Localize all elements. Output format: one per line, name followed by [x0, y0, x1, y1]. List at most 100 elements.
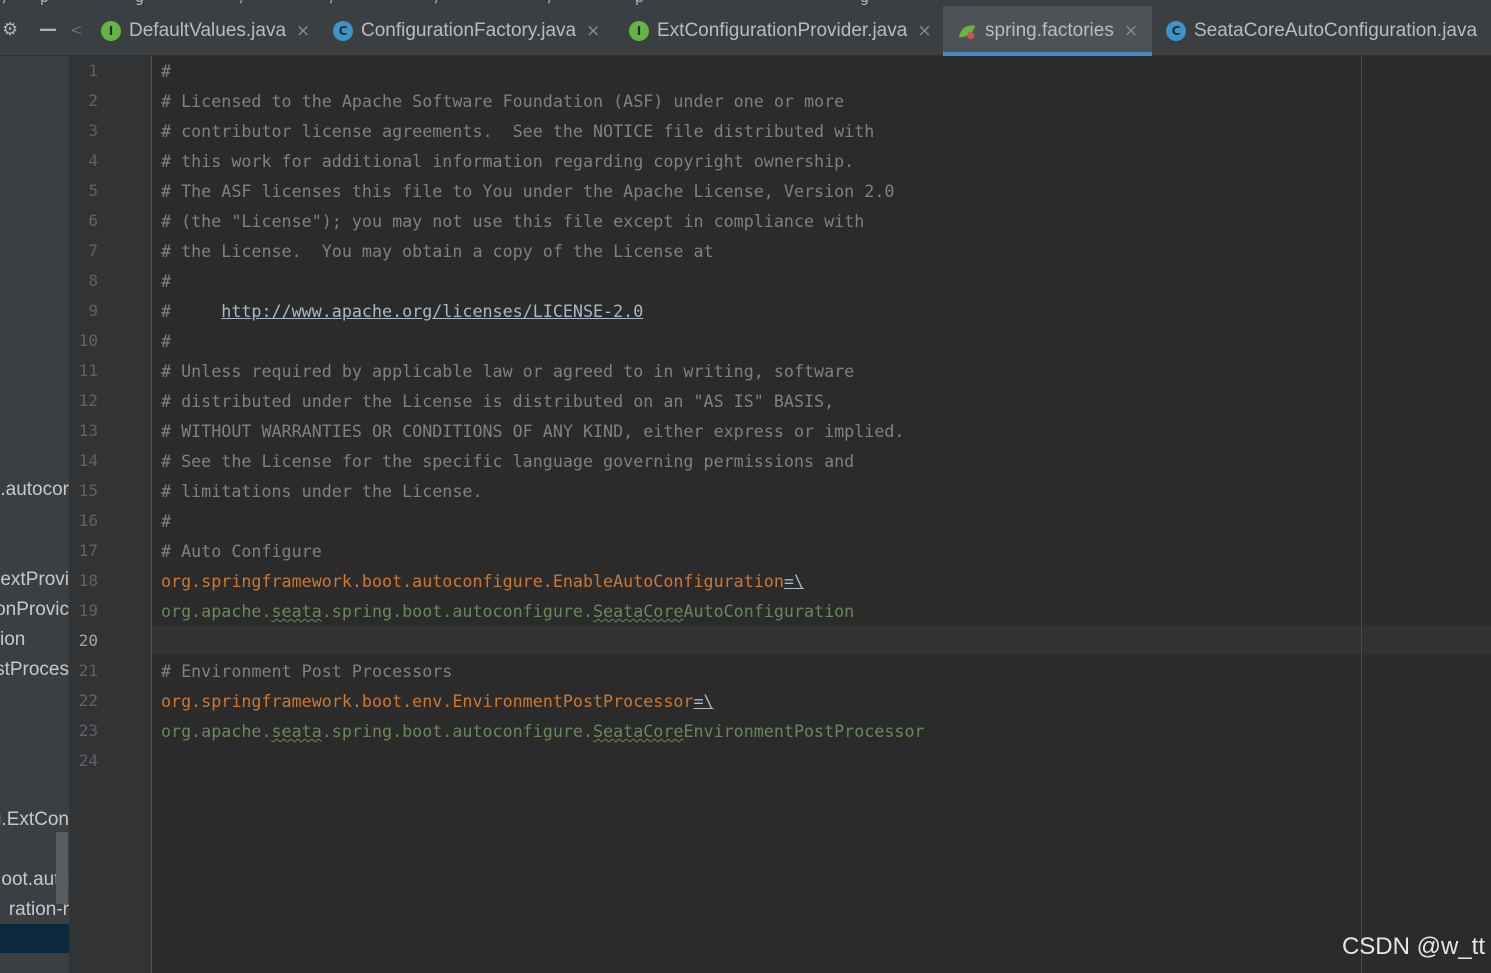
code-line[interactable]: # http://www.apache.org/licenses/LICENSE…	[161, 296, 643, 326]
selected-tree-row[interactable]	[0, 924, 69, 953]
code-line[interactable]: # Unless required by applicable law or a…	[161, 356, 854, 386]
line-number: 6	[88, 211, 98, 230]
code-line[interactable]: # The ASF licenses this file to You unde…	[161, 176, 894, 206]
code-token: #	[161, 301, 222, 321]
code-token: SeataCore	[593, 721, 684, 741]
code-line[interactable]: # See the License for the specific langu…	[161, 446, 854, 476]
tab-defaultvalues[interactable]: I DefaultValues.java ×	[87, 6, 319, 56]
tab-label: ExtConfigurationProvider.java	[657, 20, 908, 41]
line-number: 15	[78, 481, 98, 500]
interface-icon: I	[629, 21, 649, 41]
code-line[interactable]: # contributor license agreements. See th…	[161, 116, 874, 146]
code-token: # Unless required by applicable law or a…	[161, 361, 855, 381]
tree-item[interactable]: .autocor	[0, 479, 69, 501]
code-token: .spring.boot.autoconfigure.	[321, 721, 594, 741]
tab-label: spring.factories	[985, 20, 1114, 41]
code-line[interactable]: #	[161, 326, 171, 356]
tab-seatacoreautoconfiguration[interactable]: C SeataCoreAutoConfiguration.java	[1152, 6, 1491, 56]
code-token: #	[161, 271, 172, 291]
close-icon[interactable]: ×	[1124, 21, 1138, 41]
line-number: 9	[88, 301, 98, 320]
tab-configurationfactory[interactable]: C ConfigurationFactory.java ×	[319, 6, 615, 56]
close-icon[interactable]: ×	[917, 21, 931, 41]
line-number: 24	[78, 751, 98, 770]
class-icon: C	[1166, 21, 1186, 41]
close-icon[interactable]: ×	[586, 21, 600, 41]
code-line[interactable]: #	[161, 56, 171, 86]
tree-item[interactable]: extProvi	[0, 569, 69, 591]
code-line[interactable]: # distributed under the License is distr…	[161, 386, 834, 416]
code-token: seata	[271, 721, 322, 741]
spring-leaf-icon	[957, 21, 977, 41]
code-token: #	[161, 61, 172, 81]
watermark: CSDN @w_tt	[1341, 933, 1485, 960]
line-number: 22	[78, 691, 98, 710]
line-number: 11	[78, 361, 98, 380]
code-token: .spring.boot.autoconfigure.	[321, 601, 594, 621]
line-number: 18	[78, 571, 98, 590]
right-margin-guide	[1361, 56, 1362, 973]
scrollbar-thumb[interactable]	[56, 832, 68, 904]
tab-label: ConfigurationFactory.java	[361, 20, 577, 41]
code-line[interactable]: org.apache.seata.spring.boot.autoconfigu…	[161, 596, 854, 626]
code-line[interactable]: # WITHOUT WARRANTIES OR CONDITIONS OF AN…	[161, 416, 904, 446]
tree-item[interactable]: onProvic	[0, 599, 69, 621]
code-line[interactable]: # the License. You may obtain a copy of …	[161, 236, 714, 266]
code-token: # Licensed to the Apache Software Founda…	[161, 91, 845, 111]
line-number: 20	[78, 631, 98, 650]
gear-icon[interactable]: ⚙	[2, 20, 18, 40]
code-line[interactable]: # (the "License"); you may not use this …	[161, 206, 864, 236]
code-token: # limitations under the License.	[161, 481, 483, 501]
code-token: # the License. You may obtain a copy of …	[161, 241, 714, 261]
code-token: # (the "License"); you may not use this …	[161, 211, 865, 231]
line-number: 17	[78, 541, 98, 560]
license-link[interactable]: http://www.apache.org/licenses/LICENSE-2…	[221, 301, 643, 321]
tab-spring-factories[interactable]: spring.factories ×	[943, 6, 1152, 56]
line-number: 7	[88, 241, 98, 260]
tree-item[interactable]: g.ExtCon	[0, 809, 69, 831]
code-token: =\	[693, 691, 714, 711]
chevron-left-icon[interactable]: <	[70, 20, 83, 40]
tab-label: SeataCoreAutoConfiguration.java	[1194, 20, 1478, 41]
code-line[interactable]: #	[161, 506, 171, 536]
code-line[interactable]: # this work for additional information r…	[161, 146, 854, 176]
project-tool-window: .autocor extProvi onProvic ion stProces …	[0, 56, 69, 973]
code-line[interactable]: org.springframework.boot.autoconfigure.E…	[161, 566, 804, 596]
code-token: # The ASF licenses this file to You unde…	[161, 181, 895, 201]
class-icon: C	[333, 21, 353, 41]
line-number: 21	[78, 661, 98, 680]
interface-icon: I	[101, 21, 121, 41]
code-token: org.apache.	[161, 721, 272, 741]
code-line[interactable]: # limitations under the License.	[161, 476, 483, 506]
line-number: 19	[78, 601, 98, 620]
tree-item[interactable]: ion	[0, 629, 25, 651]
tab-extconfigurationprovider[interactable]: I ExtConfigurationProvider.java ×	[615, 6, 943, 56]
code-token: org.apache.	[161, 601, 272, 621]
line-number: 5	[88, 181, 98, 200]
line-number: 12	[78, 391, 98, 410]
code-token: # Auto Configure	[161, 541, 322, 561]
line-number: 2	[88, 91, 98, 110]
minus-icon[interactable]: —	[39, 20, 57, 40]
code-token: EnvironmentPostProcessor	[683, 721, 925, 741]
tab-label: DefaultValues.java	[129, 20, 287, 41]
code-line[interactable]: # Licensed to the Apache Software Founda…	[161, 86, 844, 116]
code-token: # WITHOUT WARRANTIES OR CONDITIONS OF AN…	[161, 421, 905, 441]
tree-item[interactable]: stProces	[0, 659, 69, 681]
code-line[interactable]: org.apache.seata.spring.boot.autoconfigu…	[161, 716, 925, 746]
line-number: 13	[78, 421, 98, 440]
code-line[interactable]: #	[161, 266, 171, 296]
code-token: SeataCore	[593, 601, 684, 621]
line-number: 16	[78, 511, 98, 530]
code-line[interactable]: # Auto Configure	[161, 536, 322, 566]
code-token: =\	[783, 571, 804, 591]
code-line[interactable]: org.springframework.boot.env.Environment…	[161, 686, 714, 716]
code-token: AutoConfiguration	[683, 601, 855, 621]
code-token: # this work for additional information r…	[161, 151, 855, 171]
close-icon[interactable]: ×	[296, 21, 310, 41]
code-line[interactable]: # Environment Post Processors	[161, 656, 452, 686]
code-token: #	[161, 331, 172, 351]
code-token: # See the License for the specific langu…	[161, 451, 855, 471]
code-token: org.springframework.boot.autoconfigure.E…	[161, 571, 784, 591]
code-token: # distributed under the License is distr…	[161, 391, 835, 411]
